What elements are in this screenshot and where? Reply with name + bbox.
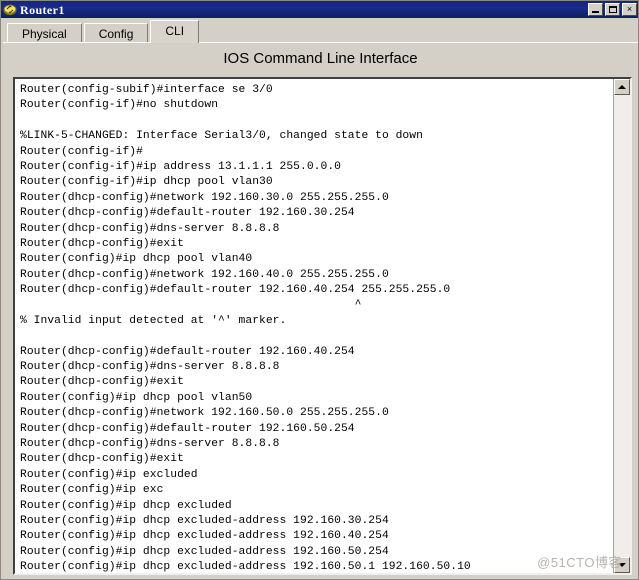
terminal-line: Router(config-subif)#interface se 3/0: [20, 84, 273, 96]
terminal-line: %LINK-5-CHANGED: Interface Serial3/0, ch…: [20, 130, 423, 143]
terminal-line: Router(dhcp-config)#dns-server 8.8.8.8: [20, 361, 280, 374]
scroll-down-button[interactable]: [614, 557, 630, 573]
scroll-down-arrow-icon: [618, 563, 626, 567]
tab-bar: Physical Config CLI: [1, 19, 638, 44]
terminal-frame: Router(config-subif)#interface se 3/0 Rou…: [13, 77, 632, 575]
minimize-icon: [592, 11, 599, 13]
terminal-line: Router(dhcp-config)#network 192.160.40.0…: [20, 268, 389, 281]
terminal-scrollbar[interactable]: [613, 79, 630, 573]
terminal-line: Router(config)#ip dhcp pool vlan50: [20, 391, 253, 404]
scroll-up-arrow-icon: [618, 85, 626, 89]
router-icon: [3, 3, 17, 16]
terminal-output[interactable]: Router(config-subif)#interface se 3/0 Rou…: [15, 79, 615, 573]
tab-physical[interactable]: Physical: [7, 23, 82, 44]
tab-config[interactable]: Config: [83, 23, 149, 44]
terminal-line: Router(config)#ip dhcp excluded-address …: [20, 545, 389, 558]
close-icon: ×: [626, 4, 633, 14]
terminal-line: Router(dhcp-config)#default-router 192.1…: [20, 284, 451, 297]
minimize-button[interactable]: [588, 3, 603, 16]
router-cli-window: Router1 × Physical Config CLI IOS Comman…: [0, 0, 639, 580]
terminal-line: Router(config-if)#: [20, 145, 143, 158]
cli-panel: IOS Command Line Interface Router(config…: [3, 42, 638, 579]
terminal-line: ^: [20, 299, 362, 312]
terminal-line: Router(config)#ip exc: [20, 484, 164, 497]
terminal-line: Router(config-if)#ip dhcp pool vlan30: [20, 176, 273, 189]
terminal-line: Router(config-if)#ip address 13.1.1.1 25…: [20, 160, 341, 173]
terminal-line: Router(dhcp-config)#exit: [20, 237, 184, 250]
maximize-icon: [609, 6, 617, 13]
terminal-line: % Invalid input detected at '^' marker.: [20, 314, 287, 327]
terminal-line: Router(dhcp-config)#exit: [20, 453, 184, 466]
tab-cli[interactable]: CLI: [150, 20, 200, 43]
terminal-line: Router(config)#ip dhcp pool vlan40: [20, 253, 253, 266]
maximize-button[interactable]: [605, 3, 620, 16]
terminal-line: Router(config)#ip dhcp excluded: [20, 499, 232, 512]
window-title: Router1: [20, 2, 65, 17]
scrollbar-track[interactable]: [614, 95, 630, 573]
terminal-line: Router(config)#ip dhcp excluded-address …: [20, 561, 471, 573]
terminal-line: Router(dhcp-config)#default-router 192.1…: [20, 345, 355, 358]
window-titlebar[interactable]: Router1 ×: [1, 1, 638, 18]
terminal-line: Router(dhcp-config)#network 192.160.50.0…: [20, 407, 389, 420]
terminal-line: Router(config)#ip dhcp excluded-address …: [20, 530, 389, 543]
terminal-line: Router(dhcp-config)#default-router 192.1…: [20, 422, 355, 435]
terminal-line: Router(config-if)#no shutdown: [20, 99, 219, 112]
terminal-line: Router(dhcp-config)#dns-server 8.8.8.8: [20, 222, 280, 235]
terminal-line: Router(dhcp-config)#network 192.160.30.0…: [20, 191, 389, 204]
scroll-up-button[interactable]: [614, 79, 630, 95]
close-button[interactable]: ×: [622, 3, 637, 16]
window-controls: ×: [588, 3, 637, 16]
terminal-line: Router(dhcp-config)#default-router 192.1…: [20, 207, 355, 220]
terminal-line: Router(dhcp-config)#dns-server 8.8.8.8: [20, 437, 280, 450]
page-title: IOS Command Line Interface: [223, 50, 418, 67]
terminal-line: Router(dhcp-config)#exit: [20, 376, 184, 389]
terminal-line: Router(config)#ip dhcp excluded-address …: [20, 514, 389, 527]
terminal-line: Router(config)#ip excluded: [20, 468, 198, 481]
